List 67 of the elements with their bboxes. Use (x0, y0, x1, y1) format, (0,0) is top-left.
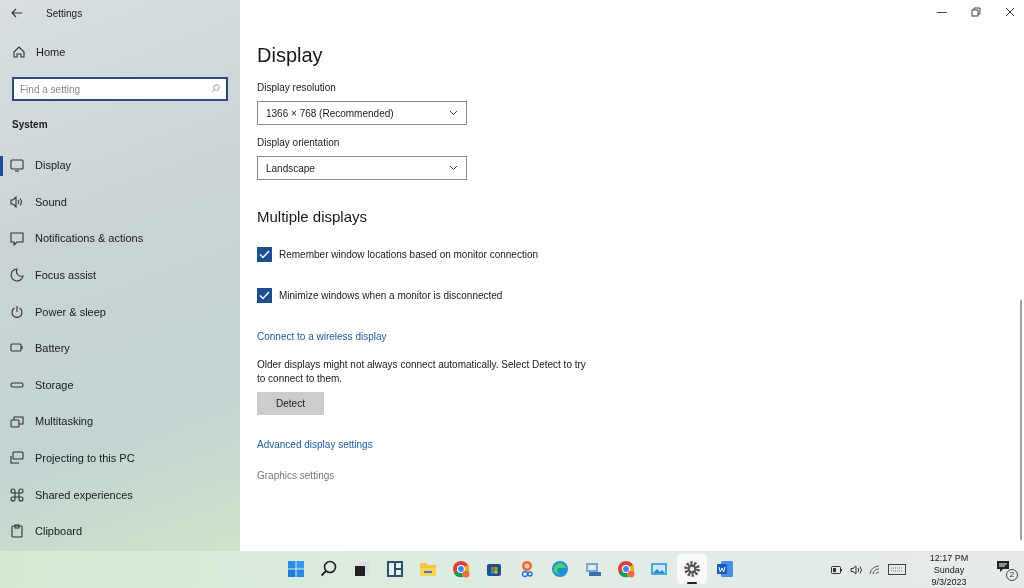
chevron-down-icon (449, 165, 458, 171)
start-icon (286, 559, 306, 579)
power-icon (10, 304, 24, 319)
close-icon[interactable] (1004, 6, 1016, 18)
sidebar-item[interactable]: Shared experiences (0, 486, 141, 503)
dropdown[interactable]: Landscape (257, 156, 467, 180)
speaker-icon (10, 195, 24, 210)
moon-icon (10, 268, 24, 283)
sidebar-item[interactable]: Power & sleep (0, 303, 114, 320)
sidebar-item[interactable]: Multitasking (0, 413, 102, 430)
search-icon (319, 559, 339, 579)
detect-button[interactable]: Detect (257, 391, 324, 415)
search-field[interactable]: Find a setting (12, 77, 228, 101)
back-arrow-icon[interactable] (11, 8, 23, 18)
checkbox-label: Remember window locations based on monitor connection (279, 247, 539, 262)
sidebar-item[interactable]: Clipboard (0, 523, 91, 540)
page-title: Display (257, 43, 323, 68)
chevron-down-icon (449, 110, 458, 116)
window-title: Settings (46, 6, 83, 21)
sidebar-item[interactable]: Sound (0, 194, 75, 211)
link[interactable]: Advanced display settings (257, 436, 373, 452)
sidebar-item[interactable]: Projecting to this PC (0, 450, 143, 467)
scrollbar[interactable] (1020, 300, 1022, 540)
browser-icon (451, 559, 471, 579)
section-heading: System (12, 117, 48, 132)
document-icon (715, 559, 735, 579)
speaker-icon[interactable] (850, 564, 862, 575)
link[interactable]: Graphics settings (257, 467, 335, 483)
selection-indicator (0, 155, 3, 176)
browser-icon (550, 559, 570, 579)
keyboard-icon[interactable] (888, 564, 906, 575)
settings-icon (682, 559, 702, 579)
search-icon (211, 83, 220, 93)
notification-count: 2 (1006, 568, 1018, 581)
clipboard-icon (10, 524, 24, 539)
checkbox-label: Minimize windows when a monitor is disconnected (279, 288, 503, 303)
checkbox[interactable] (257, 246, 272, 262)
speech-bubble-icon (10, 231, 24, 246)
battery-icon[interactable] (831, 565, 843, 574)
widgets-icon (385, 559, 405, 579)
restore-icon[interactable] (970, 6, 982, 18)
wifi-icon[interactable] (869, 564, 881, 575)
notification-button[interactable]: 2 (996, 559, 1016, 580)
active-indicator (687, 582, 697, 584)
home-icon (13, 46, 25, 59)
section-heading: Multiple displays (257, 207, 368, 227)
clock[interactable]: 12:17 PM Sunday 9/3/2023 (923, 551, 975, 588)
link[interactable]: Connect to a wireless display (257, 328, 387, 344)
windows-icon (10, 414, 24, 429)
checkmark-icon (259, 249, 270, 259)
dropdown[interactable]: 1366 × 768 (Recommended) (257, 101, 467, 125)
browser-icon (616, 559, 636, 579)
squares-icon (352, 559, 372, 579)
sidebar-item[interactable]: Storage (0, 377, 82, 394)
description-text: Older displays might not always connect automatically. Select Detect to try to connect to them. (257, 357, 587, 386)
checkbox[interactable] (257, 287, 272, 303)
checkmark-icon (259, 290, 270, 300)
speech-bubble-icon (996, 559, 1010, 574)
sidebar-item[interactable]: Focus assist (0, 267, 105, 284)
sidebar-item[interactable]: Battery (0, 340, 78, 357)
home-link[interactable]: Home (13, 44, 66, 61)
monitor-icon (10, 158, 24, 173)
sidebar-item[interactable]: Display (0, 157, 80, 174)
field-label: Display resolution (257, 81, 336, 95)
taskbar-button[interactable] (677, 554, 707, 584)
field-label: Display orientation (257, 136, 340, 150)
sidebar-item[interactable]: Notifications & actions (0, 230, 152, 247)
